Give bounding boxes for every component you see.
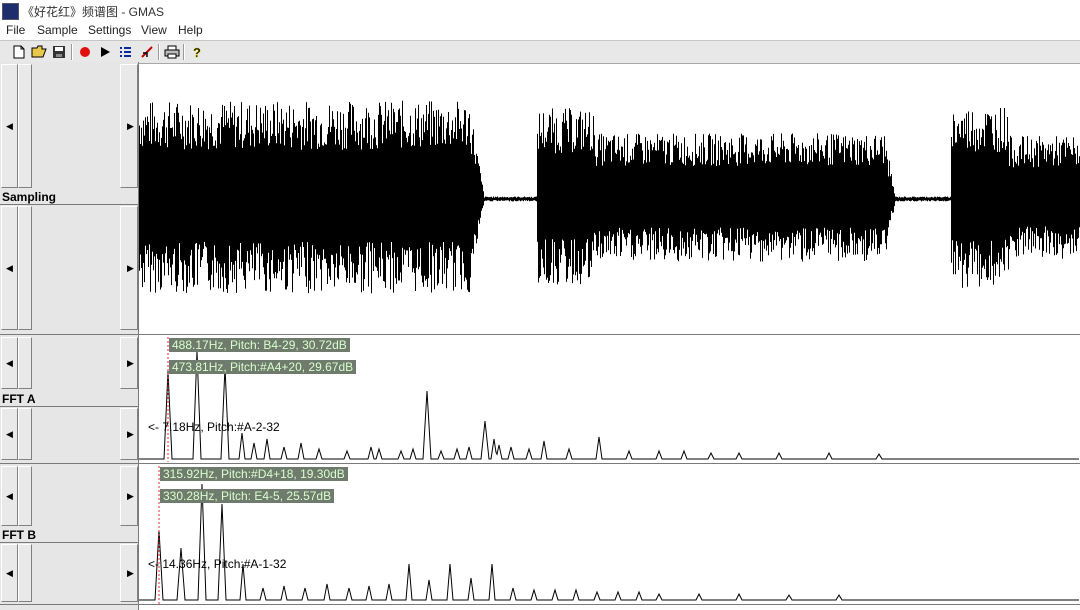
fftb-scroll-track-top[interactable] bbox=[18, 466, 32, 526]
menu-sample[interactable]: Sample bbox=[37, 23, 78, 37]
marker-icon[interactable] bbox=[137, 42, 156, 61]
ffta-top-divider bbox=[0, 334, 1080, 335]
list-icon[interactable] bbox=[116, 42, 135, 61]
toolbar: ? bbox=[0, 40, 1080, 64]
fftb-spectrum-view[interactable] bbox=[139, 466, 1080, 604]
sampling-divider bbox=[0, 204, 138, 205]
fftb-top-divider bbox=[0, 463, 1080, 464]
sampling-waveform-view[interactable] bbox=[139, 64, 1080, 332]
menu-settings[interactable]: Settings bbox=[88, 23, 131, 37]
window-title: 《好花红》频谱图 - GMAS bbox=[22, 5, 165, 19]
fftb-scroll-left-button-top[interactable]: ◀ bbox=[1, 466, 18, 526]
fftb-scroll-left-button-bottom[interactable]: ◀ bbox=[1, 544, 18, 602]
sampling-scroll-left-button-bottom[interactable]: ◀ bbox=[1, 206, 18, 330]
help-icon[interactable]: ? bbox=[187, 42, 206, 61]
sampling-scroll-track-top[interactable] bbox=[18, 64, 32, 188]
svg-text:?: ? bbox=[193, 45, 201, 59]
ffta-divider bbox=[0, 406, 138, 407]
open-folder-icon[interactable] bbox=[29, 42, 48, 61]
sampling-scroll-left-button-top[interactable]: ◀ bbox=[1, 64, 18, 188]
new-file-icon[interactable] bbox=[9, 42, 28, 61]
sampling-label: Sampling bbox=[2, 190, 57, 204]
play-icon[interactable] bbox=[95, 42, 114, 61]
ffta-peak-readout-1: 488.17Hz, Pitch: B4-29, 30.72dB bbox=[169, 338, 350, 352]
menu-file[interactable]: File bbox=[6, 23, 25, 37]
ffta-label: FFT A bbox=[2, 392, 36, 406]
ffta-scroll-left-button-top[interactable]: ◀ bbox=[1, 337, 18, 389]
bottom-divider bbox=[0, 604, 1080, 605]
fftb-cursor-readout: <- 14.36Hz, Pitch:#A-1-32 bbox=[148, 557, 287, 571]
save-icon[interactable] bbox=[49, 42, 68, 61]
fftb-divider bbox=[0, 542, 138, 543]
fftb-peak-readout-1: 315.92Hz, Pitch:#D4+18, 19.30dB bbox=[160, 467, 348, 481]
fftb-scroll-right-button-top[interactable]: ▶ bbox=[120, 466, 138, 526]
fftb-scroll-track-bottom[interactable] bbox=[18, 544, 32, 602]
fftb-label: FFT B bbox=[2, 528, 36, 542]
ffta-scroll-track-bottom[interactable] bbox=[18, 408, 32, 460]
title-bar: 《好花红》频谱图 - GMAS bbox=[0, 0, 1080, 22]
ffta-spectrum-view[interactable] bbox=[139, 337, 1080, 462]
waveform-trace bbox=[139, 100, 1080, 294]
print-icon[interactable] bbox=[162, 42, 181, 61]
ffta-scroll-right-button-top[interactable]: ▶ bbox=[120, 337, 138, 389]
ffta-peak-readout-2: 473.81Hz, Pitch:#A4+20, 29.67dB bbox=[169, 360, 357, 374]
sampling-scroll-right-button-bottom[interactable]: ▶ bbox=[120, 206, 138, 330]
ffta-scroll-track-top[interactable] bbox=[18, 337, 32, 389]
sampling-scroll-track-bottom[interactable] bbox=[18, 206, 32, 330]
ffta-cursor-readout: <- 7.18Hz, Pitch:#A-2-32 bbox=[148, 420, 280, 434]
ffta-scroll-right-button-bottom[interactable]: ▶ bbox=[120, 408, 138, 460]
menu-bar: File Sample Settings View Help bbox=[0, 22, 1080, 40]
menu-help[interactable]: Help bbox=[178, 23, 203, 37]
fftb-scroll-right-button-bottom[interactable]: ▶ bbox=[120, 544, 138, 602]
menu-view[interactable]: View bbox=[141, 23, 167, 37]
record-icon[interactable] bbox=[75, 42, 94, 61]
sampling-scroll-right-button-top[interactable]: ▶ bbox=[120, 64, 138, 188]
ffta-scroll-left-button-bottom[interactable]: ◀ bbox=[1, 408, 18, 460]
app-icon bbox=[2, 3, 19, 20]
fftb-peak-readout-2: 330.28Hz, Pitch: E4-5, 25.57dB bbox=[160, 489, 335, 503]
